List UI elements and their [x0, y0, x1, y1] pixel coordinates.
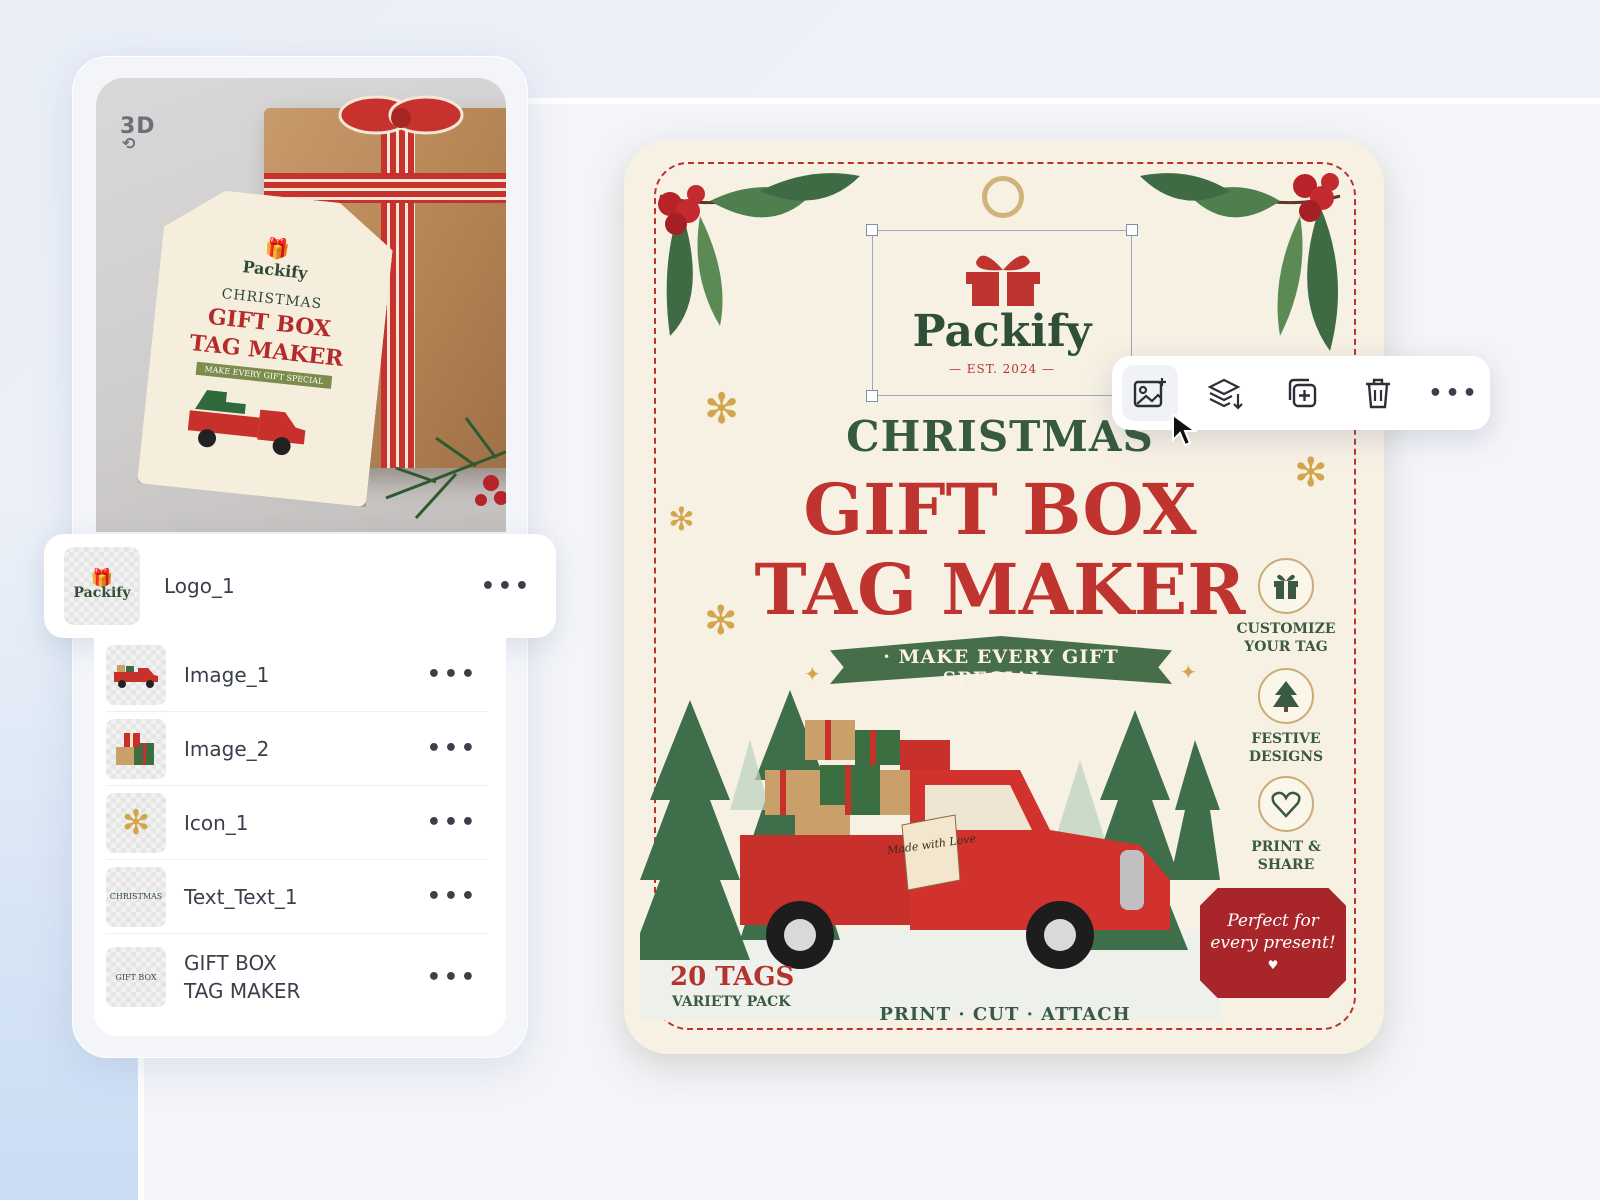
layer-name: Icon_1: [184, 810, 249, 835]
layer-row[interactable]: GIFT BOX GIFT BOX TAG MAKER •••: [106, 934, 488, 1020]
3d-rotate-icon[interactable]: 3D ⟲: [120, 114, 156, 153]
layer-row[interactable]: CHRISTMAS Text_Text_1 •••: [106, 860, 488, 934]
snowflake-icon: ✻: [1294, 450, 1328, 496]
layer-more-button[interactable]: •••: [417, 965, 488, 990]
layer-more-button[interactable]: •••: [417, 884, 488, 909]
layer-row[interactable]: ✻ Icon_1 •••: [106, 786, 488, 860]
gifts-icon: [116, 732, 154, 765]
holly-right-icon: [1140, 173, 1341, 351]
thumb-giftbox-text: GIFT BOX: [115, 972, 157, 982]
layer-more-button[interactable]: •••: [417, 736, 488, 761]
mini-gift-tag: 🎁 Packify CHRISTMAS GIFT BOX TAG MAKER M…: [137, 185, 397, 507]
resize-handle-bl[interactable]: [866, 390, 878, 402]
thumb-gift-icon: 🎁: [90, 568, 114, 589]
ribbon-horizontal: [264, 173, 506, 203]
feature-festive[interactable]: FESTIVE DESIGNS: [1226, 668, 1346, 766]
rotate-arc-icon: ⟲: [122, 134, 137, 153]
badge-line1: Perfect for: [1227, 911, 1319, 931]
duplicate-icon[interactable]: [1274, 365, 1330, 421]
badge-line2: every present!: [1210, 933, 1336, 953]
feature-label: CUSTOMIZE YOUR TAG: [1236, 621, 1336, 655]
layer-row[interactable]: Image_2 •••: [106, 712, 488, 786]
tree-icon: [1258, 668, 1314, 724]
feature-print[interactable]: PRINT & SHARE: [1226, 776, 1346, 874]
truck-icon: [114, 664, 158, 688]
mouse-cursor-icon: [1172, 413, 1199, 447]
snowflake-icon: ✻: [121, 802, 151, 843]
snowflake-icon: ✻: [668, 500, 695, 538]
pine-branch-icon: [385, 417, 506, 520]
bow-icon: [338, 95, 464, 135]
badge-heart-icon: ♥: [1267, 958, 1279, 972]
feature-customize[interactable]: CUSTOMIZE YOUR TAG: [1226, 558, 1346, 656]
layer-more-button[interactable]: •••: [471, 574, 542, 599]
brand-name: Packify: [912, 306, 1092, 357]
footer-text[interactable]: PRINT · CUT · ATTACH: [870, 1004, 1140, 1025]
layer-more-button[interactable]: •••: [417, 810, 488, 835]
perfect-badge[interactable]: Perfect for every present! ♥: [1200, 888, 1346, 998]
snowflake-icon: ✻: [704, 598, 738, 644]
mini-truck-icon: [181, 388, 317, 461]
layer-name: Image_2: [184, 736, 270, 761]
3d-preview[interactable]: 3D ⟲ 🎁 Packify CHRISTMAS GIFT BOX TAG MA…: [96, 78, 506, 532]
brand-est: — EST. 2024 —: [948, 362, 1056, 376]
tags-count[interactable]: 20 TAGS: [670, 962, 794, 992]
layer-name: Text_Text_1: [184, 884, 298, 909]
delete-icon[interactable]: [1350, 365, 1406, 421]
layer-name: Logo_1: [164, 574, 235, 598]
title-gift-box: GIFT BOX: [803, 468, 1197, 551]
layer-name: GIFT BOX TAG MAKER: [184, 951, 301, 1003]
layer-name: Image_1: [184, 662, 270, 687]
layer-thumb-gifts: [106, 718, 166, 779]
layer-more-button[interactable]: •••: [417, 662, 488, 687]
layer-thumb-truck: [106, 644, 166, 705]
layer-thumb-logo: 🎁 Packify: [64, 547, 140, 625]
layer-thumb-snowflake: ✻: [106, 792, 166, 853]
layer-thumb-christmas-text: CHRISTMAS: [106, 866, 166, 927]
feature-label: PRINT & SHARE: [1251, 839, 1321, 873]
layers-icon[interactable]: [1198, 365, 1254, 421]
resize-handle-tl[interactable]: [866, 224, 878, 236]
holly-left-icon: [658, 173, 860, 336]
heart-icon: [1258, 776, 1314, 832]
title-main[interactable]: GIFT BOX TAG MAKER: [700, 470, 1300, 630]
layer-row-selected[interactable]: 🎁 Packify Logo_1 •••: [44, 534, 556, 638]
feature-label: FESTIVE DESIGNS: [1248, 731, 1324, 765]
thumb-logo-text: Packify: [73, 585, 131, 601]
element-toolbar: •••: [1112, 356, 1490, 430]
layer-thumb-giftbox-text: GIFT BOX: [106, 947, 166, 1007]
tags-subtitle: VARIETY PACK: [672, 994, 791, 1010]
more-dots: •••: [1428, 380, 1480, 406]
tag-hole: [982, 176, 1024, 218]
gift-logo-icon: [966, 255, 1040, 306]
thumb-christmas-text: CHRISTMAS: [109, 892, 163, 901]
resize-handle-tr[interactable]: [1126, 224, 1138, 236]
title-tag-maker: TAG MAKER: [754, 548, 1246, 631]
snowflake-icon: ✻: [704, 384, 740, 433]
sparkle-icon: ✦: [1180, 660, 1197, 684]
layer-row[interactable]: Image_1 •••: [106, 638, 488, 712]
layer-list: Image_1 ••• Image_2 ••• ✻ Icon_1 ••• CHR…: [94, 638, 506, 1036]
sparkle-icon: ✦: [804, 662, 821, 686]
gift-icon: [1258, 558, 1314, 614]
more-icon[interactable]: •••: [1426, 365, 1482, 421]
